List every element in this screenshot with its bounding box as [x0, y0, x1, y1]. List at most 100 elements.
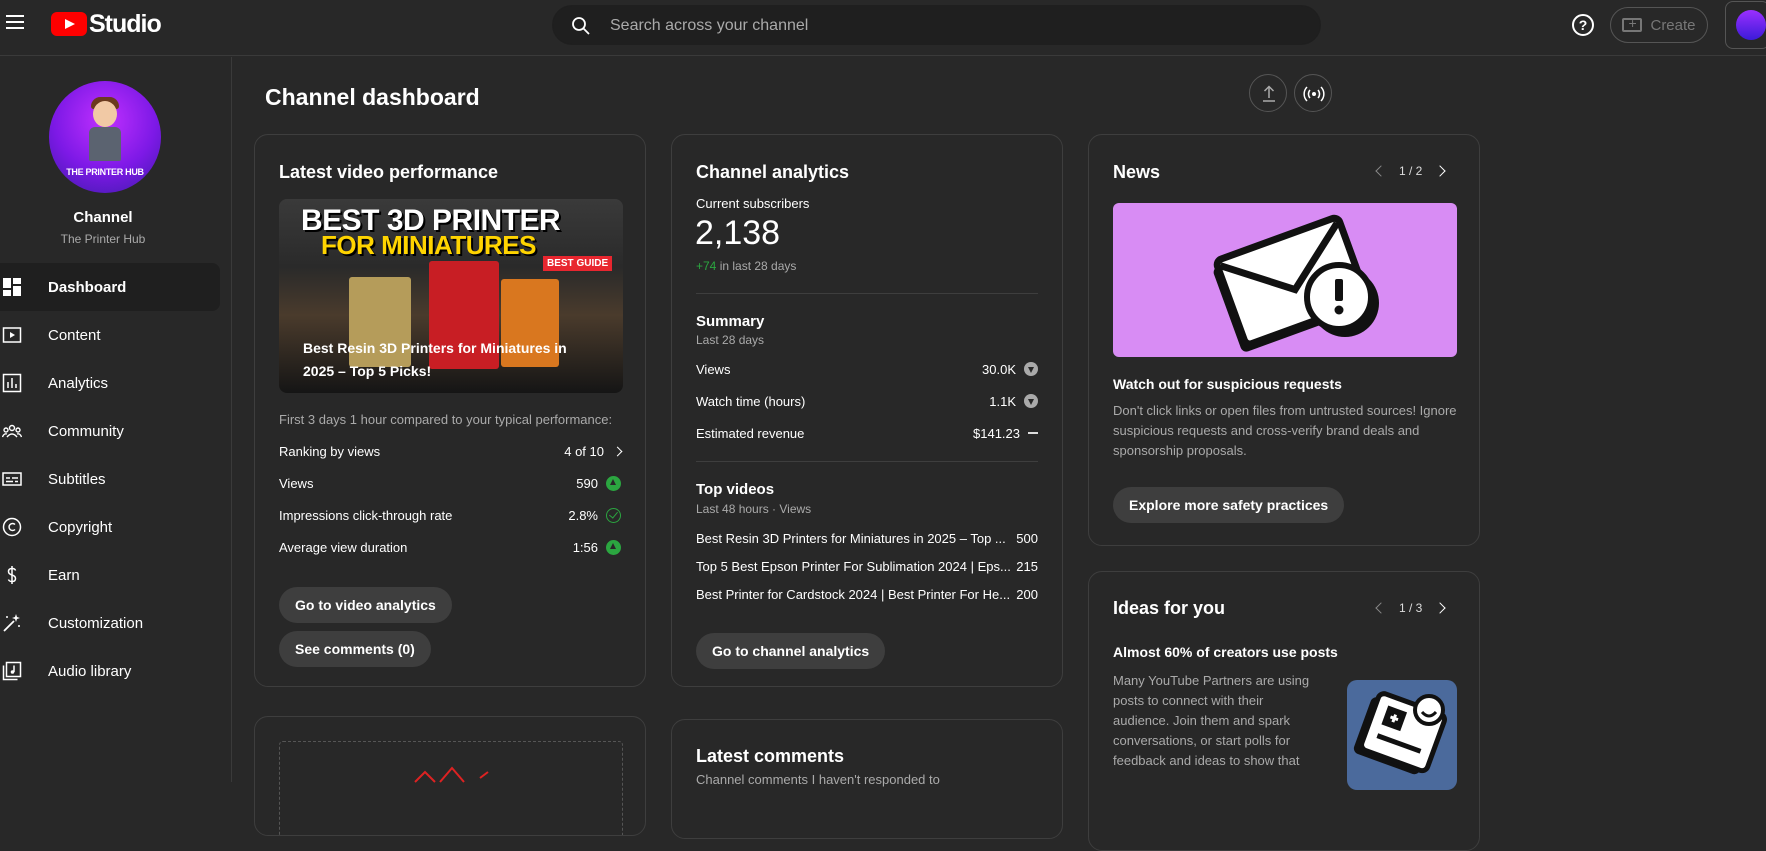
audio-library-icon: [2, 661, 22, 681]
row-value: 2.8%: [568, 507, 598, 523]
youtube-play-icon: [51, 12, 87, 36]
community-icon: [2, 424, 22, 438]
summary-revenue-row: Estimated revenue $141.23: [696, 423, 1038, 443]
sidebar-item-label: Analytics: [48, 374, 109, 392]
row-label: Views: [279, 475, 314, 491]
upload-icon: [1263, 85, 1275, 102]
row-value: 200: [1016, 586, 1038, 602]
post-ideas-card: [254, 716, 646, 836]
sidebar-item-earn[interactable]: Earn: [0, 551, 232, 599]
row-label: Impressions click-through rate: [279, 507, 453, 523]
thumbnail-badge: BEST GUIDE: [543, 256, 613, 271]
sidebar-item-label: Earn: [48, 566, 80, 584]
news-card: News 1 / 2 Watch out for suspicious requ…: [1088, 134, 1480, 546]
channel-avatar[interactable]: THE PRINTER HUB: [49, 81, 161, 193]
sidebar-item-analytics[interactable]: Analytics: [0, 359, 232, 407]
sidebar-item-dashboard[interactable]: Dashboard: [0, 263, 220, 311]
row-value: 590: [576, 475, 598, 491]
menu-icon[interactable]: [5, 11, 27, 33]
dashboard-icon: [3, 278, 21, 296]
video-title: Best Resin 3D Printers for Miniatures in…: [303, 340, 567, 379]
top-video-row[interactable]: Best Printer for Cardstock 2024 | Best P…: [696, 584, 1038, 604]
account-avatar[interactable]: [1725, 1, 1766, 49]
sidebar-item-content[interactable]: Content: [0, 311, 232, 359]
sidebar-item-audio-library[interactable]: Audio library: [0, 647, 232, 695]
top-videos-title: Top videos: [696, 481, 775, 498]
upload-button[interactable]: [1249, 74, 1287, 112]
check-circle-icon: [606, 507, 621, 523]
latest-comments-card: Latest comments Channel comments I haven…: [671, 719, 1063, 839]
avatar-image: [1736, 10, 1766, 40]
chevron-right-icon[interactable]: [1434, 165, 1447, 177]
copyright-icon: [2, 517, 22, 537]
top-video-row[interactable]: Best Resin 3D Printers for Miniatures in…: [696, 528, 1038, 548]
decoration-icon: [414, 766, 489, 783]
row-value: 1:56: [572, 539, 598, 555]
summary-title: Summary: [696, 313, 765, 330]
chevron-right-icon[interactable]: [1434, 602, 1447, 614]
row-label: Estimated revenue: [696, 425, 805, 441]
analytics-icon: [2, 373, 22, 393]
earn-icon: [7, 566, 17, 584]
row-label: Best Resin 3D Printers for Miniatures in…: [696, 530, 1006, 546]
row-label: Watch time (hours): [696, 393, 806, 409]
avatar-head: [93, 101, 117, 127]
sidebar-item-copyright[interactable]: Copyright: [0, 503, 232, 551]
ideas-card: Ideas for you 1 / 3 Almost 60% of creato…: [1088, 571, 1480, 851]
sidebar-item-label: Community: [48, 422, 124, 440]
search-input[interactable]: [610, 14, 1290, 38]
divider: [696, 461, 1038, 462]
dashed-placeholder: [279, 741, 623, 835]
top-video-row[interactable]: Top 5 Best Epson Printer For Sublimation…: [696, 556, 1038, 576]
summary-views-row: Views 30.0K: [696, 359, 1038, 379]
go-live-button[interactable]: [1294, 74, 1332, 112]
search-bar[interactable]: [552, 5, 1321, 45]
channel-title: Channel: [73, 209, 133, 226]
news-image[interactable]: [1113, 203, 1457, 357]
chevron-left-icon[interactable]: [1375, 165, 1387, 177]
subscribers-delta-suffix: in last 28 days: [716, 259, 797, 273]
chevron-right-icon: [612, 446, 623, 456]
studio-logo[interactable]: Studio: [51, 10, 162, 38]
ideas-image: [1347, 680, 1457, 790]
top-bar: Studio ? Create: [0, 0, 1766, 56]
subscribers-count: 2,138: [695, 214, 781, 252]
sidebar-item-community[interactable]: Community: [0, 407, 232, 455]
row-label: Top 5 Best Epson Printer For Sublimation…: [696, 558, 1011, 574]
video-analytics-button[interactable]: Go to video analytics: [279, 587, 452, 623]
ideas-pager: 1 / 3: [1375, 601, 1447, 615]
sidebar-nav: Dashboard Content Analytics Community Su…: [0, 263, 232, 695]
sidebar-item-subtitles[interactable]: Subtitles: [0, 455, 232, 503]
sidebar-item-label: Audio library: [48, 662, 132, 680]
arrow-up-icon: [606, 475, 621, 491]
see-comments-button[interactable]: See comments (0): [279, 631, 431, 667]
channel-analytics-button[interactable]: Go to channel analytics: [696, 633, 886, 669]
arrow-down-icon: [1024, 394, 1038, 408]
create-video-icon: [1622, 15, 1643, 32]
channel-analytics-card: Channel analytics Current subscribers 2,…: [671, 134, 1063, 687]
row-value: 500: [1016, 530, 1038, 546]
avg-duration-row: Average view duration 1:56: [279, 537, 621, 557]
help-icon[interactable]: ?: [1572, 14, 1594, 36]
customization-icon: [3, 614, 20, 632]
subscribers-label: Current subscribers: [696, 196, 810, 211]
latest-video-card: Latest video performance BEST 3D PRINTER…: [254, 134, 646, 687]
sidebar-item-customization[interactable]: Customization: [0, 599, 232, 647]
comparison-note: First 3 days 1 hour compared to your typ…: [279, 412, 613, 427]
sidebar-item-label: Subtitles: [48, 470, 106, 488]
video-thumbnail[interactable]: BEST 3D PRINTER FOR MINIATURES BEST GUID…: [279, 199, 623, 393]
news-pager: 1 / 2: [1375, 164, 1447, 178]
card-title: Ideas for you: [1113, 598, 1226, 618]
news-body: Don't click links or open files from unt…: [1113, 403, 1457, 458]
row-value: 1.1K: [989, 393, 1016, 409]
row-value: 30.0K: [982, 361, 1016, 377]
search-icon[interactable]: [571, 16, 591, 36]
avatar-text: THE PRINTER HUB: [66, 167, 144, 177]
chevron-left-icon[interactable]: [1375, 602, 1387, 614]
ranking-row[interactable]: Ranking by views 4 of 10: [279, 441, 623, 461]
channel-name: The Printer Hub: [60, 232, 146, 246]
safety-practices-button[interactable]: Explore more safety practices: [1113, 487, 1345, 523]
pager-text: 1 / 3: [1399, 601, 1423, 615]
thumbnail-subheadline: FOR MINIATURES: [321, 230, 536, 260]
create-button[interactable]: Create: [1610, 7, 1708, 43]
